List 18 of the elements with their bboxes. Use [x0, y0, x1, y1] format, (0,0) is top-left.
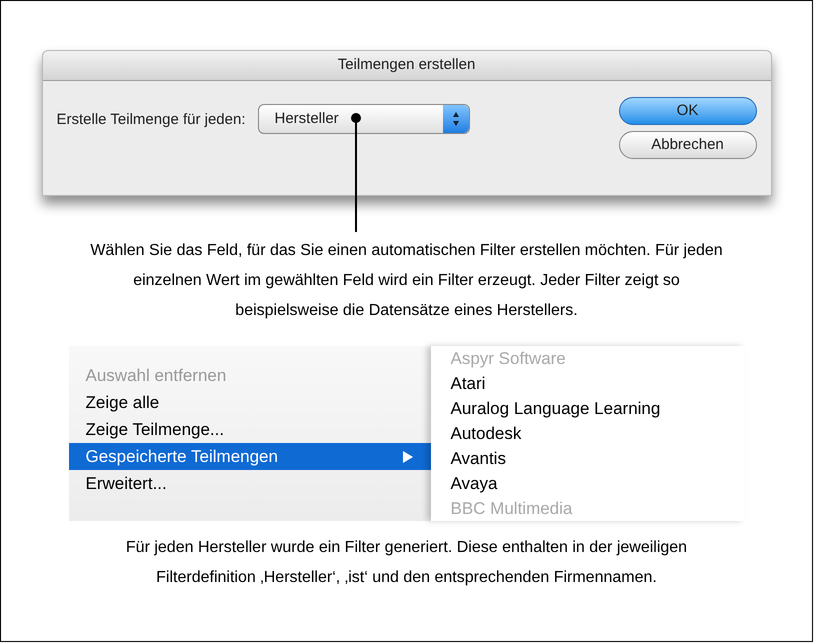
submenu-item[interactable]: Autodesk — [450, 421, 724, 446]
menu-item[interactable]: Gespeicherte Teilmengen — [68, 443, 430, 470]
stepper-arrows-icon — [442, 105, 468, 133]
dialog-button[interactable]: Abbrechen — [618, 131, 756, 159]
menu-item[interactable]: Zeige Teilmenge... — [68, 416, 430, 443]
window-title: Teilmengen erstellen — [42, 51, 770, 81]
menu-item[interactable]: Zeige alle — [68, 389, 430, 416]
submenu-item[interactable]: Auralog Language Learning — [450, 396, 724, 421]
popup-menu[interactable]: Hersteller — [258, 104, 470, 134]
submenu-item[interactable]: Avaya — [450, 471, 724, 496]
submenu-item[interactable]: Atari — [450, 371, 724, 396]
submenu-arrow-icon — [402, 450, 412, 462]
caption-text: Wählen Sie das Feld, für das Sie einen automatischen Filter erstellen möchten. Für jeden einzelnen Wert im gewählten Feld wird ein Filter erzeugt. Jeder Filter zeigt so beispielsweise die Datensätze eines Herstellers. — [89, 241, 724, 321]
field-label: Erstelle Teilmenge für jeden: — [56, 110, 246, 130]
menu-item[interactable]: Erweitert... — [68, 470, 430, 497]
submenu-item[interactable]: Avantis — [450, 446, 724, 471]
caption-text: Für jeden Hersteller wurde ein Filter generiert. Diese enthalten in der jeweiligen Filterdefinition ‚Hersteller‘, ‚ist‘ und den entsprechenden Firmennamen. — [124, 538, 688, 588]
dialog-button[interactable]: OK — [618, 97, 756, 125]
